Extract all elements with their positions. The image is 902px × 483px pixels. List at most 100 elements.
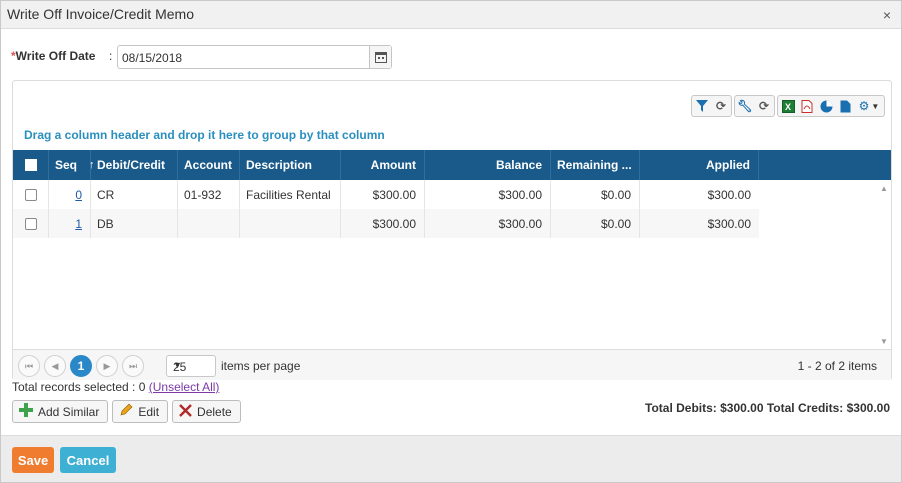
first-page-button[interactable]: ⏮ [18, 355, 40, 377]
export-group: X ⚙ ▼ [777, 95, 885, 117]
col-balance[interactable]: Balance [425, 150, 551, 180]
row-checkbox[interactable] [24, 188, 37, 201]
delete-label: Delete [197, 404, 232, 419]
grid-header: Seq ↑ Debit/Credit Account Description Am… [13, 150, 891, 180]
calendar-icon[interactable] [369, 46, 391, 68]
select-all-cell [13, 150, 49, 180]
dialog-footer: Save Cancel [1, 435, 901, 482]
wrench-icon[interactable]: 🔧︎ [737, 98, 753, 114]
amount-cell: $300.00 [341, 209, 425, 238]
col-balance-label: Balance [495, 158, 542, 172]
type-cell: CR [91, 180, 178, 209]
table-row[interactable]: 0 CR 01-932 Facilities Rental $300.00 $3… [13, 180, 759, 209]
chevron-down-icon: ▼ [173, 360, 182, 370]
close-icon[interactable]: × [883, 7, 891, 23]
account-cell [178, 209, 240, 238]
document-icon[interactable] [837, 98, 853, 114]
balance-cell: $300.00 [425, 180, 551, 209]
delete-button[interactable]: Delete [172, 400, 241, 423]
refresh-icon[interactable]: ⟳ [756, 98, 772, 114]
balance-cell: $300.00 [425, 209, 551, 238]
item-count: 1 - 2 of 2 items [797, 359, 877, 373]
delete-x-icon [179, 403, 192, 420]
next-page-button[interactable]: ▶ [96, 355, 118, 377]
remaining-cell: $0.00 [551, 180, 640, 209]
save-button[interactable]: Save [12, 447, 54, 473]
page-size-select[interactable]: 25 ▼ [166, 355, 216, 377]
amount-cell: $300.00 [341, 180, 425, 209]
add-similar-label: Add Similar [38, 404, 100, 419]
filter-group: ⟳ [691, 95, 732, 117]
scroll-down-icon[interactable]: ▼ [880, 337, 888, 346]
write-off-date-input[interactable]: 08/15/2018 [117, 45, 392, 69]
col-filler [759, 150, 877, 180]
write-off-dialog: Write Off Invoice/Credit Memo × *Write O… [0, 0, 902, 483]
col-applied-label: Applied [706, 158, 750, 172]
date-value[interactable]: 08/15/2018 [122, 51, 182, 65]
account-cell: 01-932 [178, 180, 240, 209]
edit-button[interactable]: Edit [112, 400, 169, 423]
pdf-icon[interactable] [799, 98, 815, 114]
vertical-scrollbar[interactable]: ▲ ▼ [877, 180, 891, 348]
edit-label: Edit [138, 404, 160, 419]
current-page-button[interactable]: 1 [70, 355, 92, 377]
add-similar-button[interactable]: Add Similar [12, 400, 109, 423]
row-checkbox-cell [13, 209, 49, 238]
applied-cell: $300.00 [707, 187, 751, 202]
pencil-icon [119, 403, 133, 420]
seq-cell: 1 [49, 209, 91, 238]
description-cell [240, 209, 341, 238]
table-row[interactable]: 1 DB $300.00 $300.00 $0.00 $300.00 [13, 209, 759, 238]
cancel-button[interactable]: Cancel [60, 447, 116, 473]
plus-icon [19, 403, 33, 420]
select-all-checkbox[interactable] [24, 159, 37, 171]
col-applied[interactable]: Applied [640, 150, 759, 180]
dialog-title: Write Off Invoice/Credit Memo [7, 6, 194, 22]
col-remaining-label: Remaining ... [557, 158, 632, 172]
grid-toolbar: ⟳ 🔧︎ ⟳ X ⚙ ▼ [691, 95, 885, 117]
prev-page-button[interactable]: ◀ [44, 355, 66, 377]
date-label-text: Write Off Date [15, 49, 96, 63]
col-seq-label: Seq [55, 158, 78, 172]
excel-icon[interactable]: X [780, 98, 796, 114]
col-account-label: Account [184, 158, 232, 172]
col-description[interactable]: Description [240, 150, 341, 180]
selection-text: Total records selected : 0 [12, 380, 149, 394]
write-off-date-label: *Write Off Date [11, 49, 111, 63]
remaining-cell: $0.00 [551, 209, 640, 238]
type-cell: DB [91, 209, 178, 238]
settings-group: 🔧︎ ⟳ [734, 95, 775, 117]
col-amount-label: Amount [370, 158, 416, 172]
seq-cell: 0 [49, 180, 91, 209]
selection-info: Total records selected : 0 (Unselect All… [12, 380, 219, 394]
unselect-all-link[interactable]: (Unselect All) [149, 380, 220, 394]
chart-icon[interactable] [818, 98, 834, 114]
col-remaining[interactable]: Remaining ... [551, 150, 640, 180]
write-off-grid: ⟳ 🔧︎ ⟳ X ⚙ ▼ Drag a column header and dro… [12, 80, 892, 380]
gear-icon[interactable]: ⚙ ▼ [856, 98, 882, 114]
label-colon: : [109, 49, 113, 63]
row-checkbox[interactable] [24, 217, 37, 230]
description-cell: Facilities Rental [240, 180, 341, 209]
col-description-label: Description [246, 158, 313, 172]
col-debit-credit[interactable]: Debit/Credit [91, 150, 178, 180]
col-amount[interactable]: Amount [341, 150, 425, 180]
header-scroll-edge [877, 150, 891, 180]
filter-icon[interactable] [694, 98, 710, 114]
seq-link[interactable]: 1 [75, 217, 82, 231]
scroll-up-icon[interactable]: ▲ [880, 184, 888, 193]
col-debit-credit-label: Debit/Credit [97, 158, 166, 172]
group-hint: Drag a column header and drop it here to… [24, 128, 385, 142]
totals-summary: Total Debits: $300.00 Total Credits: $30… [645, 401, 890, 415]
items-per-page-label: items per page [221, 359, 301, 373]
svg-text:X: X [785, 102, 791, 112]
applied-cell: $300.00 [707, 216, 751, 231]
col-seq[interactable]: Seq ↑ [49, 150, 95, 180]
refresh-icon[interactable]: ⟳ [713, 98, 729, 114]
last-page-button[interactable]: ⏭ [122, 355, 144, 377]
col-account[interactable]: Account [178, 150, 240, 180]
dialog-titlebar: Write Off Invoice/Credit Memo × [1, 1, 901, 29]
pager: ⏮ ◀ 1 ▶ ⏭ 25 ▼ items per page 1 - 2 of 2… [13, 349, 891, 380]
seq-link[interactable]: 0 [75, 188, 82, 202]
row-checkbox-cell [13, 180, 49, 209]
